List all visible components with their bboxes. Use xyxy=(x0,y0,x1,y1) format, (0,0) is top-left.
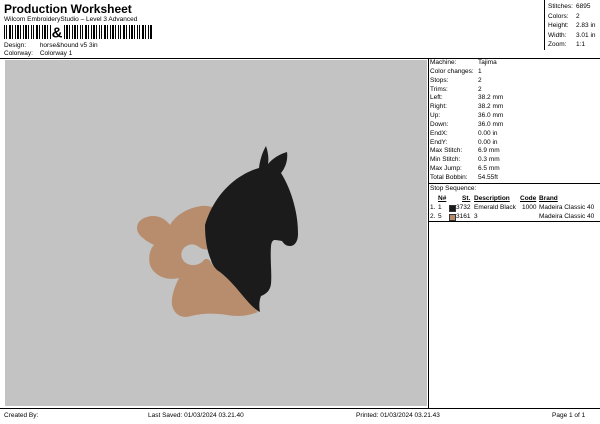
stop-description: Emerald Black xyxy=(474,204,516,211)
production-worksheet: Production Worksheet Wilcom EmbroiderySt… xyxy=(0,0,600,424)
header-divider xyxy=(0,58,600,59)
colorway-row: Colorway: Colorway 1 xyxy=(4,50,72,57)
down-row: Down: 36.0 mm xyxy=(430,120,504,128)
stop-index: 2. xyxy=(430,213,436,220)
stop-brand: Madeira Classic 40 xyxy=(539,213,595,220)
design-value: horse&hound v5 3in xyxy=(39,42,98,49)
stat-zoom: Zoom: 1:1 xyxy=(548,41,586,49)
barcode-bars xyxy=(4,25,152,39)
page-title: Production Worksheet xyxy=(4,2,132,16)
software-subtitle: Wilcom EmbroideryStudio – Level 3 Advanc… xyxy=(4,16,138,23)
panel-divider xyxy=(428,58,429,408)
stop-sequence-title: Stop Sequence: xyxy=(430,185,477,192)
stat-stitches: Stitches: 6895 xyxy=(548,3,591,10)
stop-index: 1. xyxy=(430,204,436,211)
embroidery-design xyxy=(137,146,298,317)
header-num: N# xyxy=(438,195,447,202)
endy-row: EndY: 0.00 in xyxy=(430,138,498,146)
stop-sequence-divider xyxy=(429,183,600,184)
stops-row: Stops: 2 xyxy=(430,76,482,84)
page-number: Page 1 of 1 xyxy=(552,412,586,419)
design-label: Design: xyxy=(4,42,27,49)
endx-row: EndX: 0.00 in xyxy=(430,129,498,137)
colorway-value: Colorway 1 xyxy=(39,50,73,57)
last-saved: Last Saved: 01/03/2024 03.21.40 xyxy=(148,412,244,419)
colorway-label: Colorway: xyxy=(4,50,33,57)
header-brand: Brand xyxy=(539,195,558,202)
header-code: Code xyxy=(520,195,537,202)
stop-st: 3161 xyxy=(456,213,471,220)
design-row: Design: horse&hound v5 3in xyxy=(4,42,98,49)
stop-code: 1000 xyxy=(522,204,537,211)
left-row: Left: 38.2 mm xyxy=(430,94,504,102)
total-bobbin-row: Total Bobbin: 54.55ft xyxy=(430,173,498,181)
right-row: Right: 38.2 mm xyxy=(430,103,504,111)
min-stitch-row: Min Stitch: 0.3 mm xyxy=(430,156,500,164)
stop-st: 3732 xyxy=(456,204,471,211)
barcode: & xyxy=(4,25,152,39)
machine-row: Machine: Tajima xyxy=(430,59,497,66)
stat-width: Width: 3.01 in xyxy=(548,31,596,39)
max-jump-row: Max Jump: 6.5 mm xyxy=(430,165,500,173)
stats-panel: Stitches: 6895 Colors: 2 Height: 2.83 in Wi… xyxy=(548,2,596,50)
stat-height: Height: 2.83 in xyxy=(548,22,596,30)
stop-num: 5 xyxy=(438,213,442,220)
color-changes-row: Color changes: 1 xyxy=(430,67,482,75)
footer-divider xyxy=(0,408,600,409)
trims-row: Trims: 2 xyxy=(430,85,482,93)
design-preview xyxy=(5,60,427,406)
barcode-glyph: & xyxy=(52,25,63,39)
stop-num: 1 xyxy=(438,204,442,211)
stop-brand: Madeira Classic 40 xyxy=(539,204,595,211)
machine-panel: Machine: Tajima Color changes: 1 Stops: 2 T… xyxy=(430,59,503,183)
stat-colors: Colors: 2 xyxy=(548,12,580,20)
color-swatch xyxy=(449,205,456,212)
stop-description: 3 xyxy=(474,213,478,220)
stop-table-bottom xyxy=(429,221,600,222)
created-by: Created By: xyxy=(4,412,39,419)
stats-divider xyxy=(544,0,545,50)
max-stitch-row: Max Stitch: 6.9 mm xyxy=(430,147,500,155)
header-st: St. xyxy=(462,195,471,202)
header-description: Description xyxy=(474,195,510,202)
color-swatch xyxy=(449,214,456,221)
up-row: Up: 36.0 mm xyxy=(430,112,504,120)
printed-date: Printed: 01/03/2024 03.21.43 xyxy=(356,412,440,419)
